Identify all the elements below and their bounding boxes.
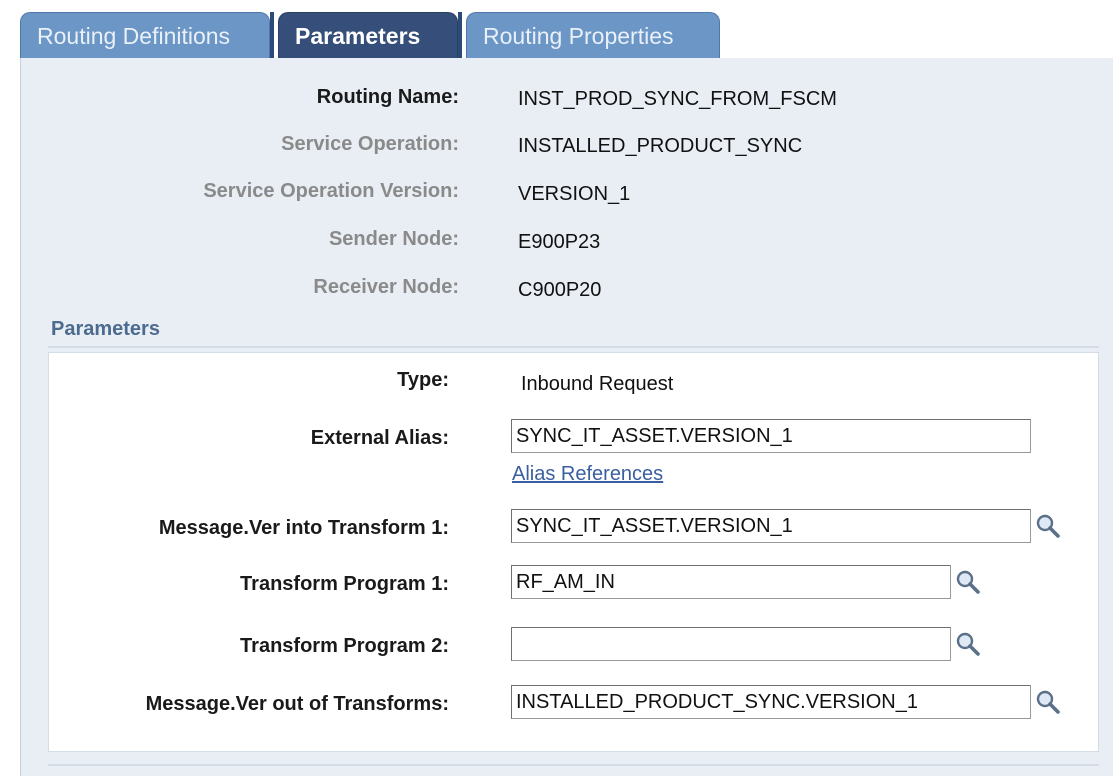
service-operation-version-value: VERSION_1 bbox=[518, 183, 631, 205]
type-value: Inbound Request bbox=[521, 373, 674, 395]
tab-routing-definitions-label: Routing Definitions bbox=[37, 23, 231, 49]
external-alias-row: External Alias: bbox=[49, 427, 449, 457]
msg-into-transform-label: Message.Ver into Transform 1: bbox=[158, 517, 449, 539]
sender-node-label: Sender Node: bbox=[328, 228, 459, 250]
sender-node-value: E900P23 bbox=[518, 231, 601, 253]
type-row: Type: bbox=[49, 369, 449, 399]
routing-name-label: Routing Name: bbox=[316, 86, 459, 108]
sender-node-row: Sender Node: bbox=[21, 228, 459, 258]
msg-into-transform-row: Message.Ver into Transform 1: bbox=[49, 517, 449, 547]
parameters-section-title: Parameters bbox=[51, 318, 160, 340]
magnifier-lookup-icon[interactable] bbox=[1035, 689, 1061, 715]
tab-parameters-label: Parameters bbox=[295, 23, 421, 49]
tab-separator bbox=[270, 12, 274, 58]
transform-program-2-row: Transform Program 2: bbox=[49, 635, 449, 665]
tab-routing-definitions[interactable]: Routing Definitions bbox=[20, 12, 270, 58]
tab-parameters[interactable]: Parameters bbox=[278, 12, 458, 58]
service-operation-row: Service Operation: bbox=[21, 133, 459, 163]
msg-out-of-transforms-label: Message.Ver out of Transforms: bbox=[145, 693, 449, 715]
transform-program-1-row: Transform Program 1: bbox=[49, 573, 449, 603]
tab-routing-properties-label: Routing Properties bbox=[483, 23, 674, 49]
external-alias-input[interactable]: SYNC_IT_ASSET.VERSION_1 bbox=[511, 419, 1031, 453]
bottom-divider bbox=[48, 764, 1099, 766]
msg-out-of-transforms-input[interactable]: INSTALLED_PRODUCT_SYNC.VERSION_1 bbox=[511, 685, 1031, 719]
magnifier-lookup-icon[interactable] bbox=[1035, 513, 1061, 539]
main-panel: Routing Name: INST_PROD_SYNC_FROM_FSCM S… bbox=[20, 58, 1113, 776]
receiver-node-row: Receiver Node: bbox=[21, 276, 459, 306]
transform-program-1-label: Transform Program 1: bbox=[240, 573, 449, 595]
transform-program-2-label: Transform Program 2: bbox=[240, 635, 449, 657]
routing-name-value: INST_PROD_SYNC_FROM_FSCM bbox=[518, 88, 837, 110]
service-operation-version-label: Service Operation Version: bbox=[203, 180, 459, 202]
external-alias-label: External Alias: bbox=[310, 427, 449, 449]
tab-bar: Routing Definitions Parameters Routing P… bbox=[20, 12, 820, 58]
tab-separator bbox=[458, 12, 462, 58]
receiver-node-value: C900P20 bbox=[518, 279, 602, 301]
msg-into-transform-input[interactable]: SYNC_IT_ASSET.VERSION_1 bbox=[511, 509, 1031, 543]
magnifier-lookup-icon[interactable] bbox=[955, 569, 981, 595]
alias-references-link[interactable]: Alias References bbox=[512, 463, 663, 486]
magnifier-lookup-icon[interactable] bbox=[955, 631, 981, 657]
service-operation-value: INSTALLED_PRODUCT_SYNC bbox=[518, 135, 803, 157]
tab-routing-properties[interactable]: Routing Properties bbox=[466, 12, 720, 58]
msg-out-of-transforms-row: Message.Ver out of Transforms: bbox=[49, 693, 449, 723]
routing-name-row: Routing Name: bbox=[21, 86, 459, 116]
type-label: Type: bbox=[397, 369, 449, 391]
receiver-node-label: Receiver Node: bbox=[313, 276, 459, 298]
transform-program-2-input[interactable] bbox=[511, 627, 951, 661]
service-operation-version-row: Service Operation Version: bbox=[21, 180, 459, 210]
section-divider bbox=[48, 346, 1099, 348]
transform-program-1-input[interactable]: RF_AM_IN bbox=[511, 565, 951, 599]
parameters-box: Type: Inbound Request External Alias: SY… bbox=[48, 352, 1099, 752]
service-operation-label: Service Operation: bbox=[281, 133, 459, 155]
